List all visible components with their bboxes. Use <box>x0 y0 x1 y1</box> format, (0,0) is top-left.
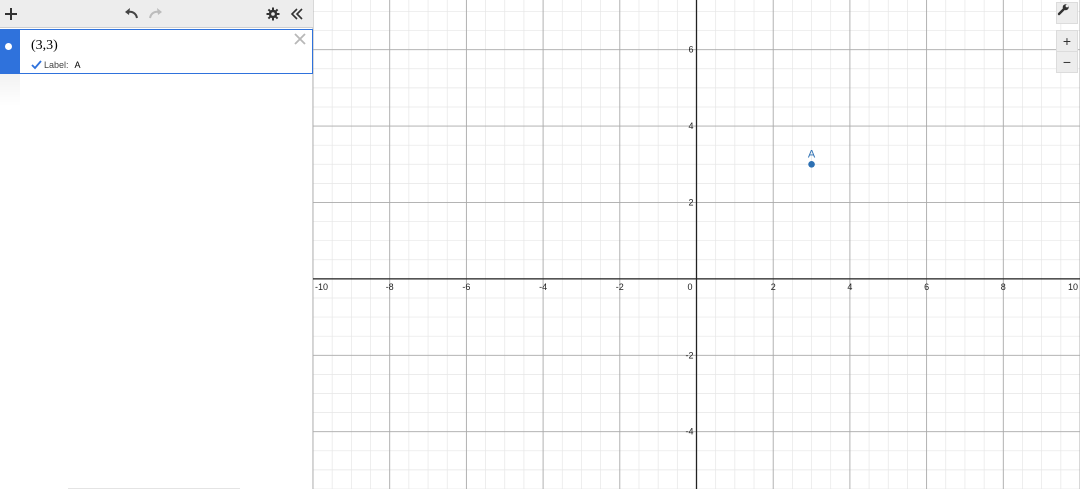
point-style-icon <box>5 43 12 50</box>
redo-icon <box>149 8 162 19</box>
y-tick-label: -4 <box>685 427 693 437</box>
plus-icon <box>5 8 17 20</box>
label-option-text: Label: <box>44 59 69 70</box>
x-tick-label: -6 <box>462 282 470 292</box>
add-expression-button[interactable] <box>0 3 22 25</box>
new-expression-tab[interactable] <box>0 74 20 106</box>
x-tick-label: -4 <box>539 282 547 292</box>
y-tick-label: 4 <box>688 121 693 131</box>
expression-toolbar <box>0 0 313 28</box>
settings-button[interactable] <box>262 3 284 25</box>
expression-color-tab[interactable] <box>0 29 20 74</box>
double-chevron-left-icon <box>290 8 303 20</box>
graph-settings-button[interactable] <box>1056 2 1078 24</box>
undo-button[interactable] <box>120 3 142 25</box>
zoom-out-button[interactable]: − <box>1056 51 1078 73</box>
y-tick-label: -2 <box>685 350 693 360</box>
x-tick-label: -10 <box>315 282 328 292</box>
checkmark-icon[interactable] <box>31 59 42 70</box>
x-tick-label: 0 <box>687 282 692 292</box>
x-tick-label: 10 <box>1068 282 1078 292</box>
zoom-out-label: − <box>1062 54 1072 70</box>
expression-panel: (3,3) Label: A <box>0 0 313 489</box>
x-tick-label: 8 <box>1001 282 1006 292</box>
plotted-point <box>808 160 815 168</box>
redo-button[interactable] <box>145 3 167 25</box>
x-tick-label: 2 <box>771 282 776 292</box>
label-option[interactable]: Label: A <box>31 59 81 70</box>
undo-icon <box>125 8 138 19</box>
delete-expression-button[interactable] <box>291 30 309 48</box>
expression-input[interactable]: (3,3) <box>31 38 58 54</box>
label-value-input[interactable]: A <box>75 60 81 70</box>
graph-canvas[interactable]: -10 -8 -6 -4 -2 0 2 4 6 8 10 6 4 2 -2 -4 A <box>313 0 1080 489</box>
collapse-panel-button[interactable] <box>286 3 308 25</box>
wrench-icon <box>1057 4 1069 16</box>
gear-icon <box>266 7 280 21</box>
x-tick-label: -2 <box>616 282 624 292</box>
graph-paper[interactable]: -10 -8 -6 -4 -2 0 2 4 6 8 10 6 4 2 -2 -4 A + − <box>313 0 1080 489</box>
point-label: A <box>808 148 816 160</box>
close-icon <box>294 33 306 45</box>
x-tick-label: 6 <box>924 282 929 292</box>
expression-item[interactable]: (3,3) Label: A <box>0 29 313 74</box>
x-tick-label: 4 <box>847 282 852 292</box>
y-tick-label: 6 <box>688 45 693 55</box>
y-tick-label: 2 <box>688 197 693 207</box>
zoom-in-label: + <box>1062 33 1072 49</box>
x-tick-label: -8 <box>386 282 394 292</box>
zoom-in-button[interactable]: + <box>1056 30 1078 52</box>
